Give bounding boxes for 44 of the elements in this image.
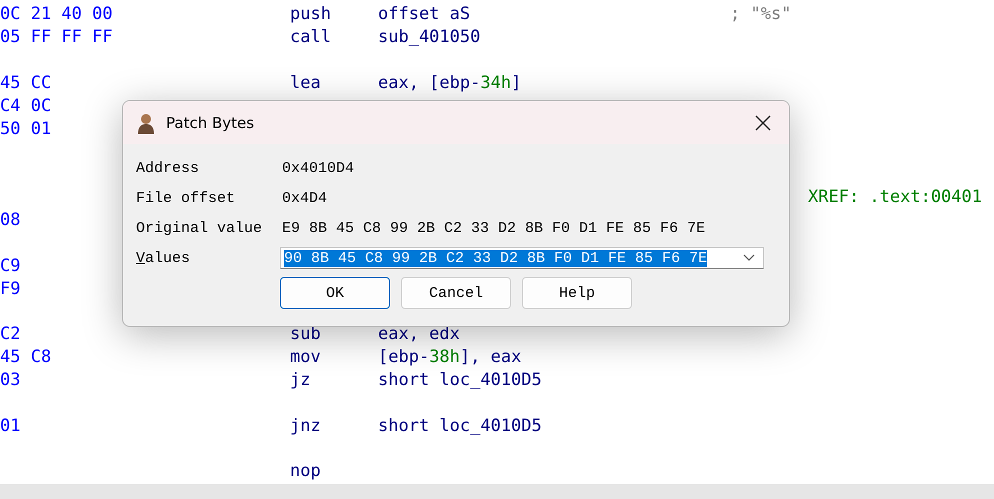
instruction-operand: short loc_4010D5: [378, 416, 542, 436]
instruction-mnemonic: nop: [290, 461, 321, 482]
xref-comment: XREF: .text:00401: [808, 187, 982, 208]
instruction-operand: sub_401050: [378, 27, 480, 48]
opcode-bytes: F9: [0, 278, 20, 299]
opcode-bytes: C2: [0, 324, 20, 344]
field-value: 0x4010D4: [282, 160, 354, 176]
close-icon: [755, 114, 771, 130]
instruction-operand: short loc_4010D5: [378, 370, 542, 390]
dialog-button[interactable]: OK: [280, 277, 390, 309]
avatar-icon: [135, 112, 157, 134]
opcode-bytes: 50 01: [0, 118, 52, 139]
opcode-bytes: 0C 21 40 00: [0, 4, 113, 24]
dialog-button[interactable]: Cancel: [401, 277, 511, 309]
instruction-mnemonic: push: [290, 4, 331, 24]
code-comment: ; "%s": [730, 4, 792, 24]
window-title: Patch Bytes: [166, 114, 256, 132]
opcode-bytes: 01: [0, 416, 20, 436]
instruction-operand: eax, edx: [378, 324, 460, 344]
opcode-bytes: 05 FF FF FF: [0, 27, 113, 48]
instruction-mnemonic: sub: [290, 324, 321, 344]
instruction-operand: offset aS: [378, 4, 470, 24]
dialog-button[interactable]: Help: [522, 277, 632, 309]
instruction-operand: [ebp-38h], eax: [378, 347, 522, 368]
instruction-mnemonic: lea: [290, 72, 321, 93]
instruction-mnemonic: call: [290, 27, 331, 48]
opcode-bytes: 45 C8: [0, 347, 52, 368]
caret-icon: [743, 254, 755, 262]
values-combo-box[interactable]: 90 8B 45 C8 99 2B C2 33 D2 8B F0 D1 FE 85 F6 7E: [280, 247, 764, 269]
field-label: Address: [136, 160, 200, 176]
instruction-mnemonic: jnz: [290, 416, 321, 436]
field-value: E9 8B 45 C8 99 2B C2 33 D2 8B F0 D1 FE 85 F6 7E: [282, 220, 706, 236]
opcode-bytes: C9: [0, 256, 20, 276]
field-label: Original value: [136, 220, 264, 236]
instruction-mnemonic: jz: [290, 370, 310, 390]
field-label: File offset: [136, 190, 236, 206]
opcode-bytes: 45 CC: [0, 72, 52, 93]
instruction-mnemonic: mov: [290, 347, 321, 368]
opcode-bytes: C4 0C: [0, 96, 52, 116]
instruction-operand: eax, [ebp-34h]: [378, 72, 522, 93]
opcode-bytes: 08: [0, 210, 20, 230]
field-label: Values: [136, 250, 192, 266]
field-value: 0x4D4: [282, 190, 328, 206]
opcode-bytes: 03: [0, 370, 20, 390]
